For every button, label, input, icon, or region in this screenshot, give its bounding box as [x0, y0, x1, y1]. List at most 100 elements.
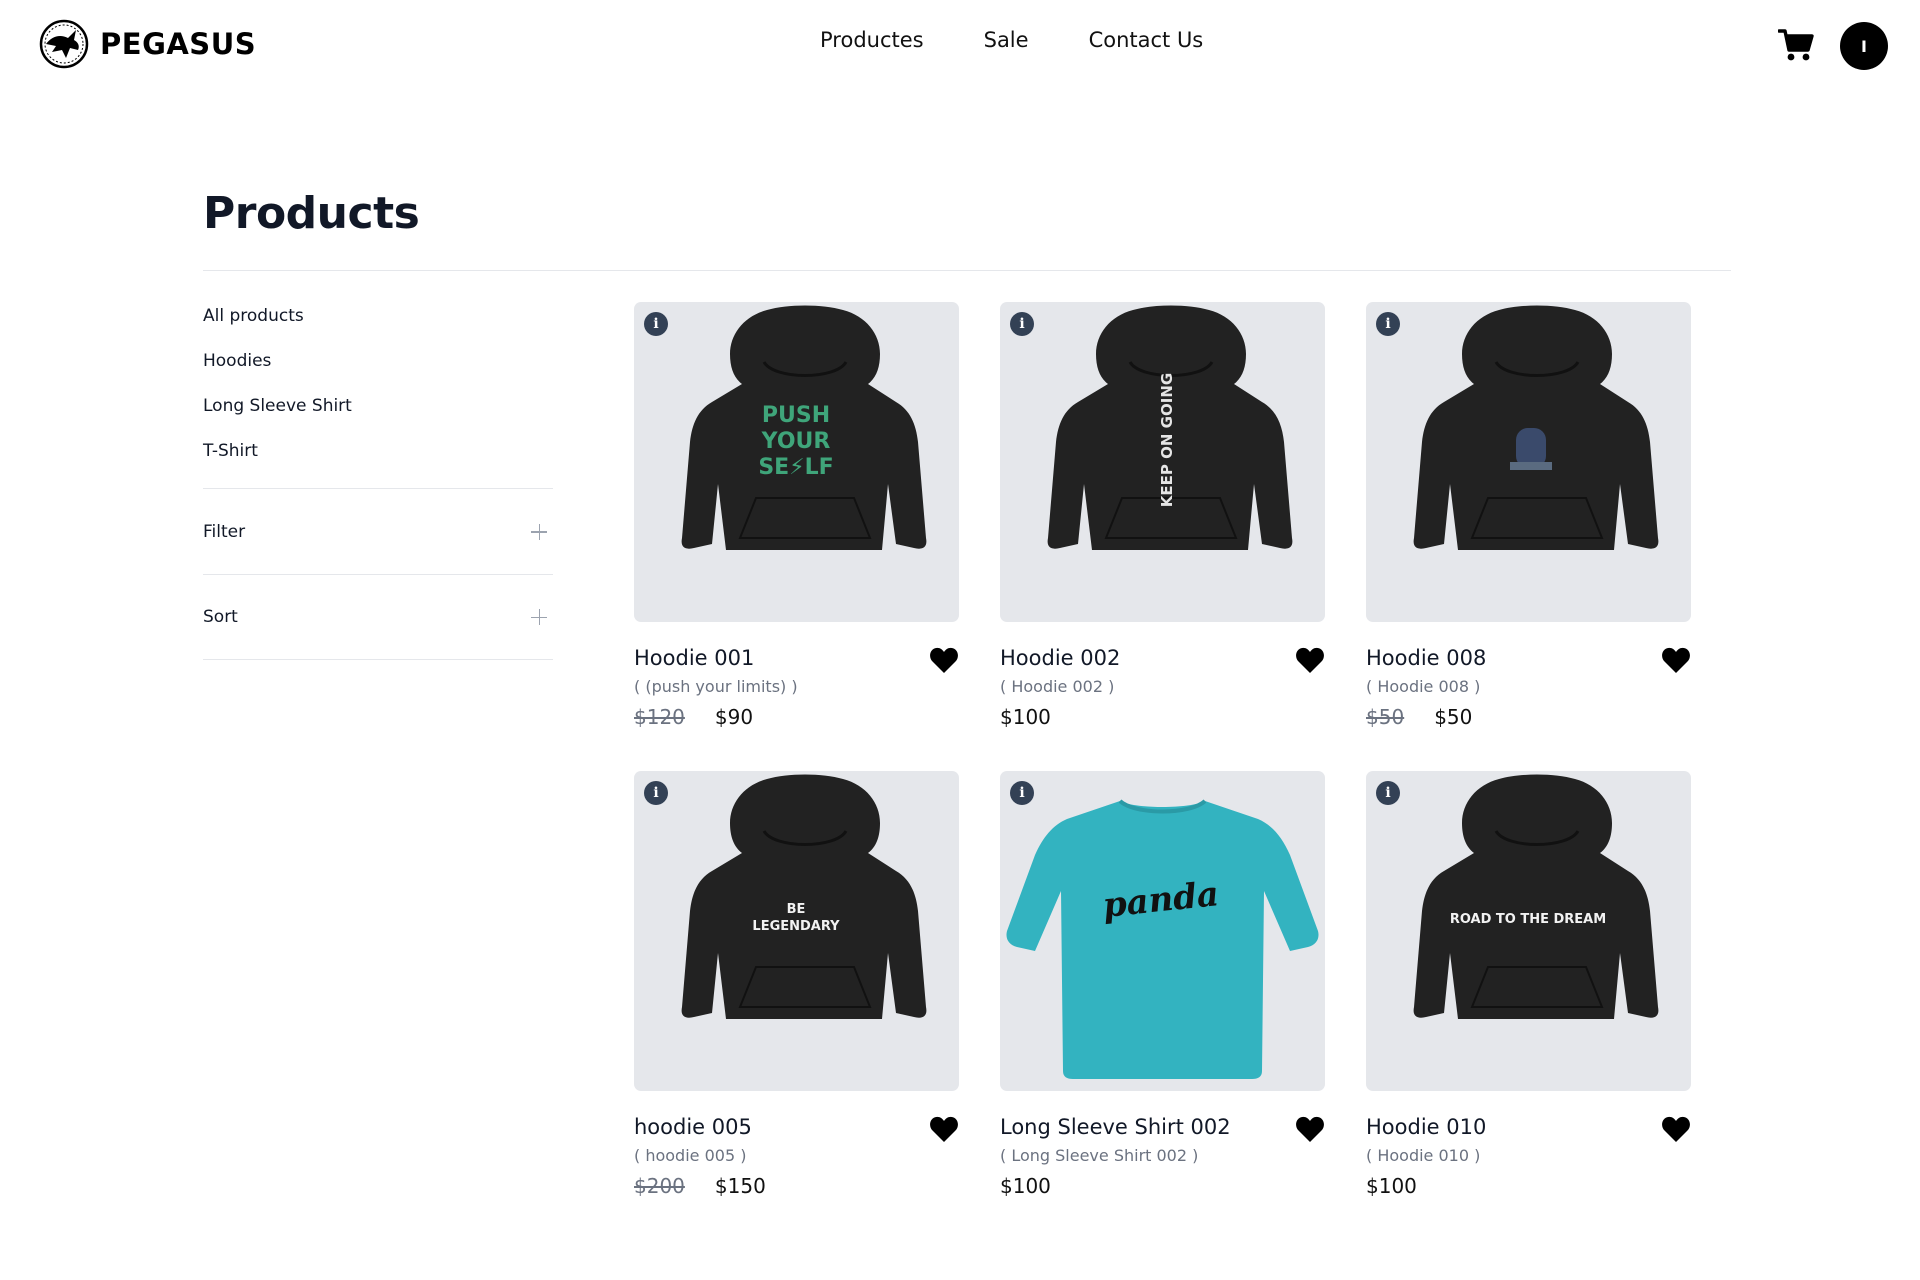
product-image[interactable]: PUSH YOUR SE⚡LF i [634, 302, 959, 622]
product-subtitle: ( Long Sleeve Shirt 002 ) [1000, 1146, 1199, 1165]
product-subtitle: ( hoodie 005 ) [634, 1146, 747, 1165]
original-price: $200 [634, 1174, 685, 1198]
hoodie-print-text: SE⚡LF [758, 455, 833, 480]
price-row: $50 $50 [1366, 705, 1691, 729]
product-card[interactable]: KEEP ON GOING i Hoodie 002 ( Hoodie 002 … [1000, 302, 1325, 729]
sale-price: $100 [1000, 705, 1051, 729]
filter-label: Filter [203, 521, 246, 542]
sort-label: Sort [203, 607, 238, 627]
pegasus-logo-icon [39, 19, 89, 69]
sidebar-sections: Filter Sort [203, 488, 553, 660]
heart-icon[interactable] [1661, 646, 1691, 674]
sale-price: $100 [1000, 1174, 1051, 1198]
hoodie-print-text: ROAD TO THE DREAM [1450, 912, 1606, 927]
hoodie-print-text: YOUR [761, 429, 831, 454]
category-all-products[interactable]: All products [203, 298, 553, 343]
category-long-sleeve-shirt[interactable]: Long Sleeve Shirt [203, 388, 553, 433]
price-row: $200 $150 [634, 1174, 959, 1198]
hoodie-body [1413, 774, 1659, 1019]
nav-link-contact-us[interactable]: Contact Us [1089, 28, 1204, 52]
original-price: $120 [634, 705, 685, 729]
hoodie-print-graphic-base [1510, 462, 1552, 470]
product-name[interactable]: Long Sleeve Shirt 002 [1000, 1115, 1325, 1139]
sale-price: $150 [714, 1174, 766, 1198]
heart-icon[interactable] [1661, 1115, 1691, 1143]
product-image[interactable]: ROAD TO THE DREAM i [1366, 771, 1691, 1091]
product-card[interactable]: ROAD TO THE DREAM i Hoodie 010 ( Hoodie … [1366, 771, 1691, 1198]
hoodie-print-text: KEEP ON GOING [1158, 373, 1176, 507]
brand-name: PEGASUS [100, 27, 257, 61]
main-nav: Productes Sale Contact Us [820, 28, 1203, 52]
product-name[interactable]: Hoodie 002 [1000, 646, 1325, 670]
product-card[interactable]: panda i Long Sleeve Shirt 002 ( Long Sle… [1000, 771, 1325, 1198]
price-row: $100 [1000, 705, 1325, 729]
original-price: $50 [1366, 705, 1405, 729]
hoodie-image: BE LEGENDARY [681, 774, 927, 1019]
product-details: Hoodie 002 ( Hoodie 002 ) $100 [1000, 622, 1325, 729]
hoodie-print-text: LEGENDARY [752, 919, 840, 934]
heart-icon[interactable] [929, 646, 959, 674]
info-icon[interactable]: i [1010, 312, 1034, 336]
product-details: Long Sleeve Shirt 002 ( Long Sleeve Shir… [1000, 1091, 1325, 1198]
hoodie-body [681, 774, 927, 1019]
product-name[interactable]: hoodie 005 [634, 1115, 959, 1139]
price-row: $100 [1366, 1174, 1691, 1198]
plus-icon [531, 523, 547, 540]
long-sleeve-shirt-body [1006, 801, 1319, 1079]
plus-icon [531, 609, 547, 625]
site-header: PEGASUS Productes Sale Contact Us I [0, 0, 1920, 92]
user-avatar[interactable]: I [1840, 22, 1888, 70]
price-row: $100 [1000, 1174, 1325, 1198]
product-details: Hoodie 010 ( Hoodie 010 ) $100 [1366, 1091, 1691, 1198]
hoodie-print-text: BE [787, 902, 806, 917]
sale-price: $90 [714, 705, 754, 729]
product-name[interactable]: Hoodie 001 [634, 646, 959, 670]
product-image[interactable]: BE LEGENDARY i [634, 771, 959, 1091]
product-grid: PUSH YOUR SE⚡LF i Hoodie 001 ( (push your … [634, 302, 1691, 1198]
price-row: $120 $90 [634, 705, 959, 729]
product-name[interactable]: Hoodie 010 [1366, 1115, 1691, 1139]
hoodie-image: ROAD TO THE DREAM [1413, 774, 1659, 1019]
category-list: All products Hoodies Long Sleeve Shirt T… [203, 298, 553, 478]
category-t-shirt[interactable]: T-Shirt [203, 433, 553, 478]
heart-icon[interactable] [1295, 646, 1325, 674]
product-image[interactable]: panda i [1000, 771, 1325, 1091]
shopping-cart-icon[interactable] [1778, 28, 1814, 62]
product-subtitle: ( Hoodie 010 ) [1366, 1146, 1481, 1165]
heart-icon[interactable] [1295, 1115, 1325, 1143]
hoodie-image: KEEP ON GOING [1047, 305, 1293, 550]
product-details: Hoodie 008 ( Hoodie 008 ) $50 $50 [1366, 622, 1691, 729]
filter-toggle[interactable]: Filter [203, 488, 553, 574]
category-hoodies[interactable]: Hoodies [203, 343, 553, 388]
title-divider [203, 270, 1731, 271]
long-sleeve-shirt-image: panda [1006, 799, 1319, 1079]
sale-price: $50 [1434, 705, 1473, 729]
product-subtitle: ( Hoodie 008 ) [1366, 677, 1481, 696]
heart-icon[interactable] [929, 1115, 959, 1143]
info-icon[interactable]: i [1376, 781, 1400, 805]
product-image[interactable]: i [1366, 302, 1691, 622]
hoodie-print-text: PUSH [762, 403, 830, 428]
product-image[interactable]: KEEP ON GOING i [1000, 302, 1325, 622]
hoodie-image [1413, 305, 1659, 550]
product-details: hoodie 005 ( hoodie 005 ) $200 $150 [634, 1091, 959, 1198]
brand-logo[interactable]: PEGASUS [38, 18, 256, 70]
hoodie-image: PUSHYOURSE⚡LF [681, 305, 927, 550]
nav-link-productes[interactable]: Productes [820, 28, 924, 52]
info-icon[interactable]: i [1010, 781, 1034, 805]
sale-price: $100 [1366, 1174, 1417, 1198]
product-card[interactable]: BE LEGENDARY i hoodie 005 ( hoodie 005 ) … [634, 771, 959, 1198]
info-icon[interactable]: i [644, 312, 668, 336]
sidebar: All products Hoodies Long Sleeve Shirt T… [203, 298, 553, 660]
page-title: Products [203, 188, 420, 239]
product-card[interactable]: PUSH YOUR SE⚡LF i Hoodie 001 ( (push your … [634, 302, 959, 729]
sort-toggle[interactable]: Sort [203, 574, 553, 660]
product-name[interactable]: Hoodie 008 [1366, 646, 1691, 670]
product-subtitle: ( Hoodie 002 ) [1000, 677, 1115, 696]
product-details: Hoodie 001 ( (push your limits) ) $120 $… [634, 622, 959, 729]
product-card[interactable]: i Hoodie 008 ( Hoodie 008 ) $50 $50 [1366, 302, 1691, 729]
info-icon[interactable]: i [1376, 312, 1400, 336]
info-icon[interactable]: i [644, 781, 668, 805]
product-subtitle: ( (push your limits) ) [634, 677, 798, 696]
nav-link-sale[interactable]: Sale [984, 28, 1029, 52]
